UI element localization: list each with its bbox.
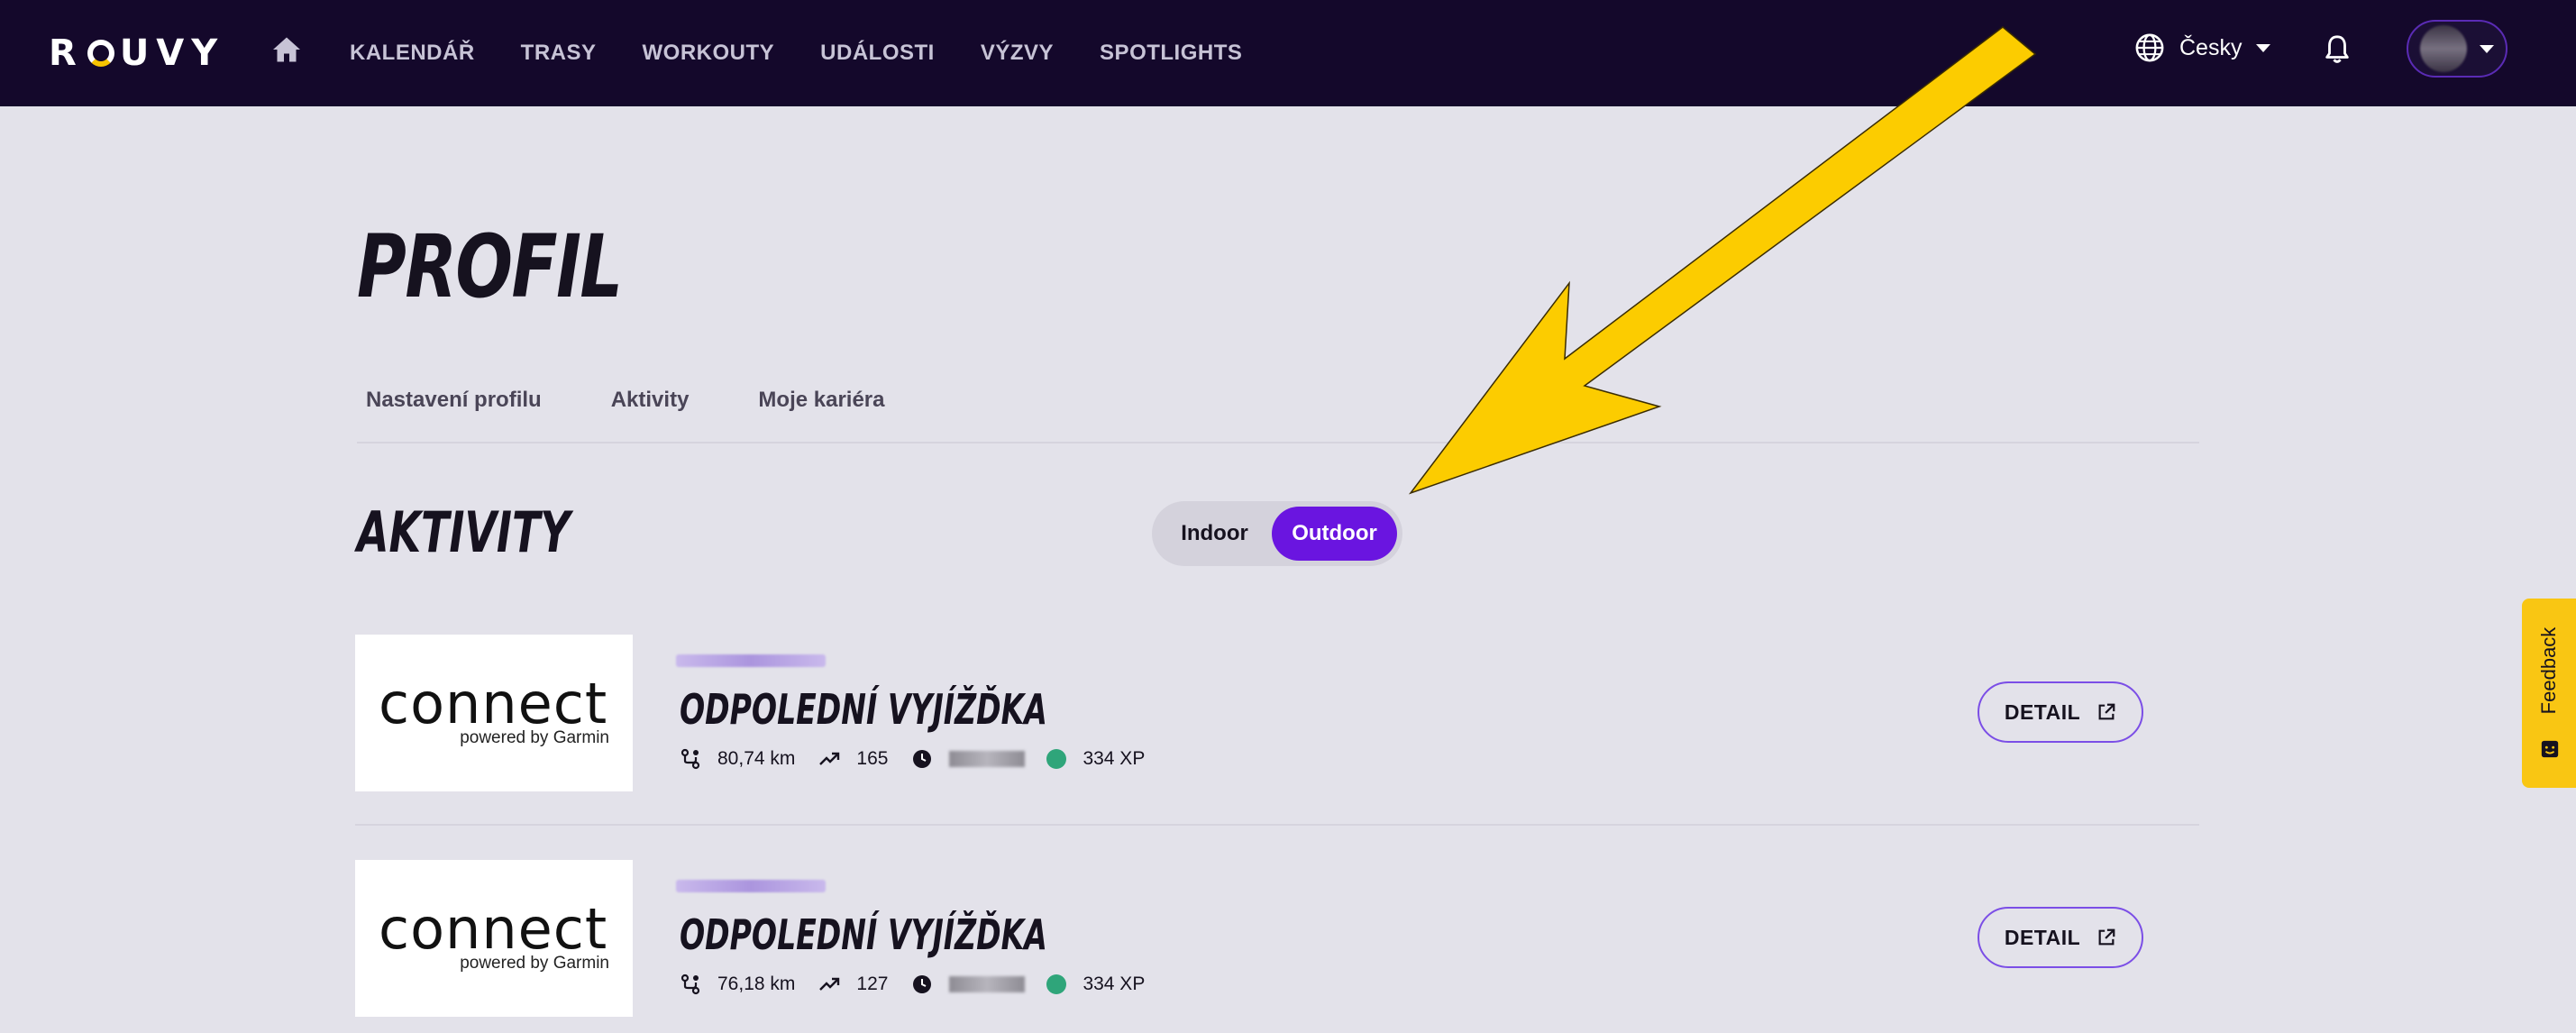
activity-stats: 80,74 km 165 334 XP <box>680 745 1168 773</box>
rouvy-logo[interactable]: R UVY <box>49 32 224 74</box>
nav-item-kalendar[interactable]: KALENDÁŘ <box>350 41 475 66</box>
home-icon[interactable] <box>270 34 303 65</box>
activity-xp: 334 XP <box>1082 748 1146 769</box>
nav-item-spotlights[interactable]: SPOTLIGHTS <box>1100 41 1242 66</box>
activity-distance: 76,18 km <box>717 974 796 994</box>
smiley-icon <box>2541 740 2559 758</box>
trend-up-icon <box>819 752 840 765</box>
activity-name: ODPOLEDNÍ VYJÍŽĎKA <box>680 685 1047 734</box>
clock-icon <box>913 975 932 993</box>
route-icon <box>681 974 700 995</box>
profile-tabs: Nastavení profilu Aktivity Moje kariéra <box>366 388 885 413</box>
source-brand: connect <box>379 671 608 736</box>
tab-moje-kariera[interactable]: Moje kariéra <box>758 388 884 413</box>
redacted-date <box>676 880 826 892</box>
nav-item-vyzvy[interactable]: VÝZVY <box>981 41 1054 66</box>
detail-button[interactable]: DETAIL <box>1978 681 2143 743</box>
page-title: PROFIL <box>357 216 623 317</box>
activity-distance: 80,74 km <box>717 748 796 769</box>
activity-item: connect powered by Garmin ODPOLEDNÍ VYJÍ… <box>355 633 2199 791</box>
activity-stats: 76,18 km 127 334 XP <box>680 970 1168 999</box>
language-selector[interactable]: Česky <box>2134 32 2271 63</box>
nav-item-workouty[interactable]: WORKOUTY <box>643 41 775 66</box>
clock-icon <box>913 750 932 768</box>
toggle-outdoor[interactable]: Outdoor <box>1272 507 1397 561</box>
toggle-indoor[interactable]: Indoor <box>1157 507 1272 561</box>
redacted-duration <box>949 751 1026 767</box>
trend-up-icon <box>819 977 840 991</box>
bell-icon[interactable] <box>2322 32 2352 67</box>
logo-text: R UVY <box>49 32 225 74</box>
section-title: AKTIVITY <box>357 499 571 565</box>
external-link-icon <box>2098 703 2115 720</box>
activity-source-logo: connect powered by Garmin <box>355 860 633 1017</box>
redacted-duration <box>949 976 1026 992</box>
activity-elevation: 127 <box>856 974 889 994</box>
tab-aktivity[interactable]: Aktivity <box>611 388 690 413</box>
activity-divider <box>355 824 2199 826</box>
tab-nastaveni-profilu[interactable]: Nastavení profilu <box>366 388 542 413</box>
avatar <box>2420 25 2467 72</box>
source-brand: connect <box>379 896 608 962</box>
globe-icon <box>2135 33 2164 62</box>
logo-ring-icon <box>87 40 114 67</box>
redacted-date <box>676 654 826 667</box>
feedback-label: Feedback <box>2537 626 2560 715</box>
activity-source-logo: connect powered by Garmin <box>355 635 633 791</box>
top-navigation-bar: R UVY KALENDÁŘ TRASY WORKOUTY UDÁLOSTI VÝ… <box>0 0 2576 106</box>
detail-button[interactable]: DETAIL <box>1978 907 2143 968</box>
detail-button-label: DETAIL <box>2004 699 2081 724</box>
activity-name: ODPOLEDNÍ VYJÍŽĎKA <box>680 910 1047 959</box>
activity-xp: 334 XP <box>1082 974 1146 994</box>
route-icon <box>681 748 700 770</box>
activity-elevation: 165 <box>856 748 889 769</box>
tabs-divider <box>357 442 2199 443</box>
activity-item: connect powered by Garmin ODPOLEDNÍ VYJÍ… <box>355 858 2199 1017</box>
nav-item-udalosti[interactable]: UDÁLOSTI <box>820 41 935 66</box>
user-menu[interactable] <box>2407 20 2507 78</box>
detail-button-label: DETAIL <box>2004 925 2081 949</box>
main-nav: KALENDÁŘ TRASY WORKOUTY UDÁLOSTI VÝZVY S… <box>350 0 1242 106</box>
language-label: Česky <box>2179 34 2243 60</box>
feedback-tab[interactable]: Feedback <box>2522 599 2576 788</box>
external-link-icon <box>2098 928 2115 946</box>
source-sub: powered by Garmin <box>460 954 609 973</box>
indoor-outdoor-toggle: Indoor Outdoor <box>1152 501 1402 566</box>
xp-badge-icon <box>1046 974 1067 994</box>
nav-item-trasy[interactable]: TRASY <box>521 41 597 66</box>
chevron-down-icon <box>2256 43 2271 52</box>
xp-badge-icon <box>1046 749 1067 769</box>
chevron-down-icon <box>2480 44 2494 53</box>
source-sub: powered by Garmin <box>460 728 609 747</box>
